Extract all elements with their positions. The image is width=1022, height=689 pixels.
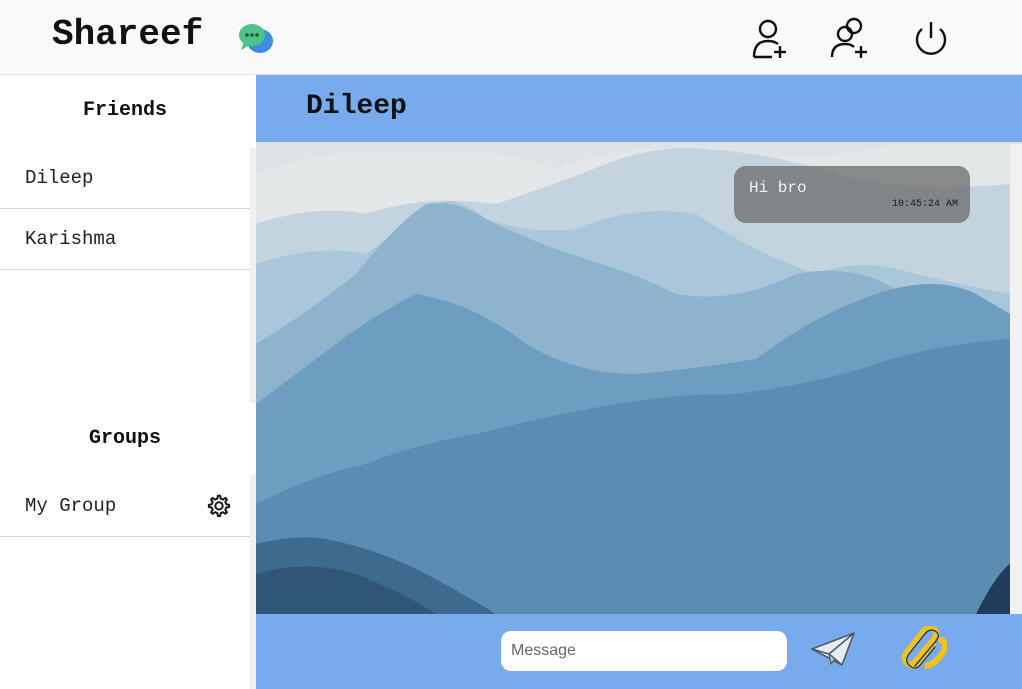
power-icon[interactable] — [910, 16, 952, 60]
sidebar: Friends Dileep Karishma Groups My Group — [0, 75, 250, 689]
message-composer — [256, 614, 1022, 689]
chat-scrollbar[interactable] — [1010, 144, 1022, 614]
message-bubble: Hi bro 10:45:24 AM — [734, 166, 970, 223]
add-group-icon[interactable] — [829, 16, 871, 60]
group-item-label: My Group — [25, 495, 117, 517]
friends-heading: Friends — [82, 99, 167, 122]
gear-icon[interactable] — [206, 493, 232, 519]
chat-header: Dileep — [256, 75, 1022, 144]
friend-item-dileep[interactable]: Dileep — [0, 148, 250, 209]
chat-messages-area: Hi bro 10:45:24 AM — [256, 144, 1010, 614]
group-item-my-group[interactable]: My Group — [0, 476, 250, 537]
top-bar: Shareef — [0, 0, 1022, 75]
message-timestamp: 10:45:24 AM — [891, 199, 958, 210]
message-text: Hi bro — [749, 179, 807, 197]
add-friend-icon[interactable] — [750, 16, 792, 60]
chat-title: Dileep — [306, 91, 407, 122]
groups-heading: Groups — [88, 427, 161, 450]
friend-item-label: Karishma — [25, 228, 117, 250]
paper-plane-icon[interactable] — [809, 629, 857, 669]
brand-name: Shareef — [52, 14, 204, 55]
friend-item-label: Dileep — [25, 167, 94, 189]
friend-item-karishma[interactable]: Karishma — [0, 209, 250, 270]
paperclip-icon[interactable] — [901, 626, 947, 672]
message-input[interactable] — [501, 631, 787, 671]
chat-bubbles-icon — [239, 24, 273, 53]
